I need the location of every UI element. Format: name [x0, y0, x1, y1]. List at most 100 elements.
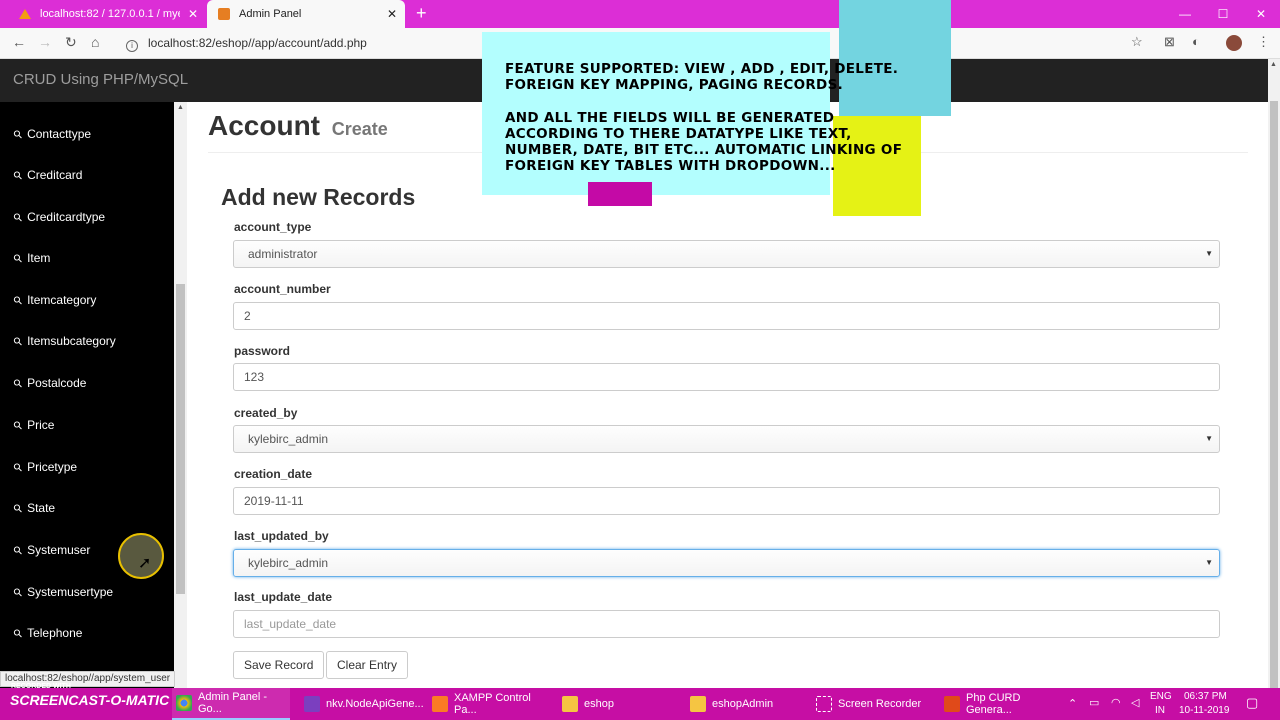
sidebar-item-systemuser[interactable]: ⚲ Systemuser	[11, 540, 91, 560]
link-icon: ⚲	[11, 168, 26, 183]
page-title: Account Create	[208, 110, 388, 142]
overlay-magenta-block	[588, 182, 652, 206]
volume-icon[interactable]: ◁	[1131, 696, 1139, 720]
sidebar-item-itemsubcategory[interactable]: ⚲ Itemsubcategory	[11, 331, 115, 351]
taskbar-eshop-folder[interactable]: eshop	[558, 688, 676, 720]
close-tab-icon[interactable]: ✕	[387, 7, 397, 21]
folder-icon	[562, 696, 578, 712]
sidebar-item-creditcardtype[interactable]: ⚲ Creditcardtype	[11, 207, 105, 227]
tab-label: Admin Panel	[239, 8, 302, 20]
account-type-label: account_type	[234, 220, 312, 234]
account-number-label: account_number	[234, 282, 331, 296]
sidebar-scrollbar[interactable]: ▲	[174, 102, 187, 688]
creation-date-input[interactable]	[244, 494, 1219, 508]
maximize-icon[interactable]: ☐	[1204, 0, 1242, 28]
tab-admin-panel[interactable]: Admin Panel ✕	[207, 0, 405, 28]
screen-recorder-icon	[816, 696, 832, 712]
phpmyadmin-icon	[18, 7, 32, 21]
region-indicator[interactable]: IN	[1155, 705, 1165, 720]
scroll-up-icon[interactable]: ▲	[177, 104, 184, 111]
sidebar-item-contacttype[interactable]: ⚲ Contacttype	[11, 124, 91, 144]
back-icon[interactable]: ←	[12, 34, 26, 50]
profile-avatar[interactable]	[1226, 35, 1242, 51]
page-scroll-thumb[interactable]	[1270, 101, 1278, 701]
sidebar-item-systemusertype[interactable]: ⚲ Systemusertype	[11, 582, 114, 602]
tab-phpmyadmin[interactable]: localhost:82 / 127.0.0.1 / myeshop ✕	[8, 0, 206, 28]
wifi-icon[interactable]: ◠	[1111, 696, 1121, 720]
home-icon[interactable]: ⌂	[91, 34, 99, 50]
window-controls: — ☐ ✕	[1166, 0, 1280, 28]
last-updated-by-select[interactable]: kylebirc_admin ▼	[233, 549, 1220, 577]
chrome-icon	[176, 695, 192, 711]
xampp-icon	[432, 696, 448, 712]
bookmark-star-icon[interactable]: ☆	[1131, 34, 1143, 50]
sidebar: ⚲ Contacttype ⚲ Creditcard ⚲ Creditcardtype…	[0, 102, 174, 688]
sidebar-item-label: Systemuser	[27, 543, 91, 557]
sidebar-item-telephone[interactable]: ⚲ Telephone	[11, 623, 83, 643]
sidebar-item-price[interactable]: ⚲ Price	[11, 415, 54, 435]
windows-taskbar: Admin Panel - Go... nkv.NodeApiGene... X…	[0, 688, 1280, 720]
dropdown-caret-icon: ▼	[1205, 558, 1213, 567]
taskbar-eshopadmin-folder[interactable]: eshopAdmin	[686, 688, 804, 720]
account-number-input[interactable]	[244, 309, 1219, 323]
taskbar-screen-recorder[interactable]: Screen Recorder	[812, 688, 930, 720]
taskbar-label: eshop	[584, 698, 614, 710]
account-number-field[interactable]	[233, 302, 1220, 330]
watermark-big-text: SCREENCAST-O-MATIC	[10, 692, 170, 708]
reload-icon[interactable]: ↻	[65, 34, 77, 51]
password-field[interactable]	[233, 363, 1220, 391]
scroll-up-icon[interactable]: ▲	[1270, 61, 1277, 68]
minimize-icon[interactable]: —	[1166, 0, 1204, 28]
battery-icon[interactable]: ▭	[1089, 696, 1099, 720]
creation-date-field[interactable]	[233, 487, 1220, 515]
link-icon: ⚲	[11, 460, 26, 475]
new-tab-icon[interactable]: +	[416, 3, 427, 24]
extension-icon[interactable]: ⊠	[1164, 34, 1175, 50]
forward-icon[interactable]: →	[38, 34, 52, 50]
taskbar-chrome[interactable]: Admin Panel - Go...	[172, 688, 290, 720]
created-by-select[interactable]: kylebirc_admin ▼	[233, 425, 1220, 453]
app-brand[interactable]: CRUD Using PHP/MySQL	[13, 71, 188, 88]
taskbar-label: XAMPP Control Pa...	[454, 692, 531, 716]
sidebar-item-creditcard[interactable]: ⚲ Creditcard	[11, 165, 82, 185]
site-info-icon[interactable]: i	[126, 40, 138, 52]
taskbar-php-curd[interactable]: Php CURD Genera...	[940, 688, 1058, 720]
overlay-teal-block	[839, 0, 951, 116]
sidebar-item-state[interactable]: ⚲ State	[11, 498, 56, 518]
taskbar-visual-studio[interactable]: nkv.NodeApiGene...	[300, 688, 424, 720]
visual-studio-icon	[304, 696, 320, 712]
link-icon: ⚲	[11, 585, 26, 600]
sidebar-item-itemcategory[interactable]: ⚲ Itemcategory	[11, 290, 96, 310]
account-type-select[interactable]: administrator ▼	[233, 240, 1220, 268]
sidebar-item-postalcode[interactable]: ⚲ Postalcode	[11, 373, 86, 393]
clear-entry-button[interactable]: Clear Entry	[326, 651, 409, 679]
sidebar-item-pricetype[interactable]: ⚲ Pricetype	[11, 457, 78, 477]
close-window-icon[interactable]: ✕	[1242, 0, 1280, 28]
sidebar-item-label: Pricetype	[27, 460, 78, 474]
taskbar-xampp[interactable]: XAMPP Control Pa...	[428, 688, 546, 720]
last-update-date-field[interactable]	[233, 610, 1220, 638]
notification-icon[interactable]: ▢	[1246, 695, 1258, 720]
account-type-value: administrator	[248, 247, 318, 261]
tray-chevron-icon[interactable]: ⌃	[1068, 697, 1077, 720]
clock-date[interactable]: 10-11-2019	[1179, 705, 1229, 720]
sidebar-item-label: Telephone	[27, 626, 83, 640]
menu-icon[interactable]: ⋮	[1257, 34, 1270, 50]
password-input[interactable]	[244, 370, 1219, 384]
link-icon: ⚲	[11, 376, 26, 391]
sidebar-item-label: State	[27, 501, 56, 515]
save-record-button[interactable]: Save Record	[233, 651, 325, 679]
last-updated-by-label: last_updated_by	[234, 529, 329, 543]
last-update-date-input[interactable]	[244, 617, 1219, 631]
sidebar-item-item[interactable]: ⚲ Item	[11, 248, 50, 268]
last-updated-by-value: kylebirc_admin	[248, 556, 329, 570]
taskbar-label: Screen Recorder	[838, 698, 922, 710]
screencast-watermark: RECORDED WITH SCREENCAST-O-MATIC	[10, 683, 169, 713]
php-curd-app-icon	[944, 696, 960, 712]
extension-circle-icon[interactable]: ◐	[1192, 34, 1200, 49]
sidebar-item-label: Systemusertype	[27, 585, 114, 599]
close-tab-icon[interactable]: ✕	[188, 7, 198, 21]
sidebar-scroll-thumb[interactable]	[176, 284, 185, 594]
tab-label: localhost:82 / 127.0.0.1 / myeshop	[40, 8, 180, 20]
page-scrollbar[interactable]: ▲	[1268, 59, 1280, 701]
